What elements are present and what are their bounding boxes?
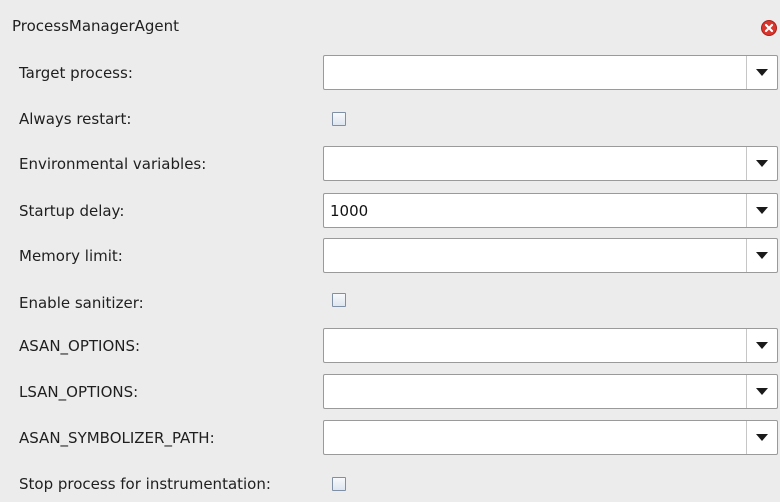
memory-limit-combobox[interactable] bbox=[323, 238, 778, 273]
target-process-row: Target process: bbox=[0, 55, 780, 91]
lsan-options-combobox[interactable] bbox=[323, 374, 778, 409]
stop-process-row: Stop process for instrumentation: bbox=[0, 466, 780, 502]
asan-symbolizer-path-row: ASAN_SYMBOLIZER_PATH: bbox=[0, 420, 780, 456]
chevron-down-icon[interactable] bbox=[747, 421, 777, 454]
enable-sanitizer-row: Enable sanitizer: bbox=[0, 285, 780, 321]
target-process-combobox[interactable] bbox=[323, 55, 778, 90]
memory-limit-label: Memory limit: bbox=[19, 247, 123, 265]
title-bar: ProcessManagerAgent bbox=[0, 0, 780, 50]
startup-delay-row: Startup delay: 1000 bbox=[0, 193, 780, 229]
stop-process-checkbox[interactable] bbox=[332, 477, 346, 491]
memory-limit-row: Memory limit: bbox=[0, 238, 780, 274]
panel-title: ProcessManagerAgent bbox=[12, 17, 180, 35]
environmental-variables-row: Environmental variables: bbox=[0, 146, 780, 182]
chevron-down-icon[interactable] bbox=[747, 375, 777, 408]
target-process-label: Target process: bbox=[19, 64, 133, 82]
asan-symbolizer-path-label: ASAN_SYMBOLIZER_PATH: bbox=[19, 429, 215, 447]
chevron-down-icon[interactable] bbox=[747, 194, 777, 227]
asan-symbolizer-path-combobox[interactable] bbox=[323, 420, 778, 455]
close-icon[interactable] bbox=[761, 20, 777, 36]
lsan-options-label: LSAN_OPTIONS: bbox=[19, 383, 139, 401]
process-manager-agent-panel: ProcessManagerAgent Target process: Alwa… bbox=[0, 0, 780, 502]
always-restart-checkbox[interactable] bbox=[332, 112, 346, 126]
asan-options-row: ASAN_OPTIONS: bbox=[0, 328, 780, 364]
environmental-variables-label: Environmental variables: bbox=[19, 155, 207, 173]
enable-sanitizer-checkbox[interactable] bbox=[332, 293, 346, 307]
always-restart-label: Always restart: bbox=[19, 110, 132, 128]
environmental-variables-combobox[interactable] bbox=[323, 146, 778, 181]
enable-sanitizer-label: Enable sanitizer: bbox=[19, 294, 144, 312]
asan-options-label: ASAN_OPTIONS: bbox=[19, 337, 141, 355]
startup-delay-label: Startup delay: bbox=[19, 202, 125, 220]
startup-delay-value[interactable]: 1000 bbox=[330, 202, 368, 220]
chevron-down-icon[interactable] bbox=[747, 147, 777, 180]
startup-delay-combobox[interactable]: 1000 bbox=[323, 193, 778, 228]
asan-options-combobox[interactable] bbox=[323, 328, 778, 363]
stop-process-label: Stop process for instrumentation: bbox=[19, 475, 271, 493]
chevron-down-icon[interactable] bbox=[747, 329, 777, 362]
lsan-options-row: LSAN_OPTIONS: bbox=[0, 374, 780, 410]
chevron-down-icon[interactable] bbox=[747, 56, 777, 89]
chevron-down-icon[interactable] bbox=[747, 239, 777, 272]
always-restart-row: Always restart: bbox=[0, 101, 780, 137]
